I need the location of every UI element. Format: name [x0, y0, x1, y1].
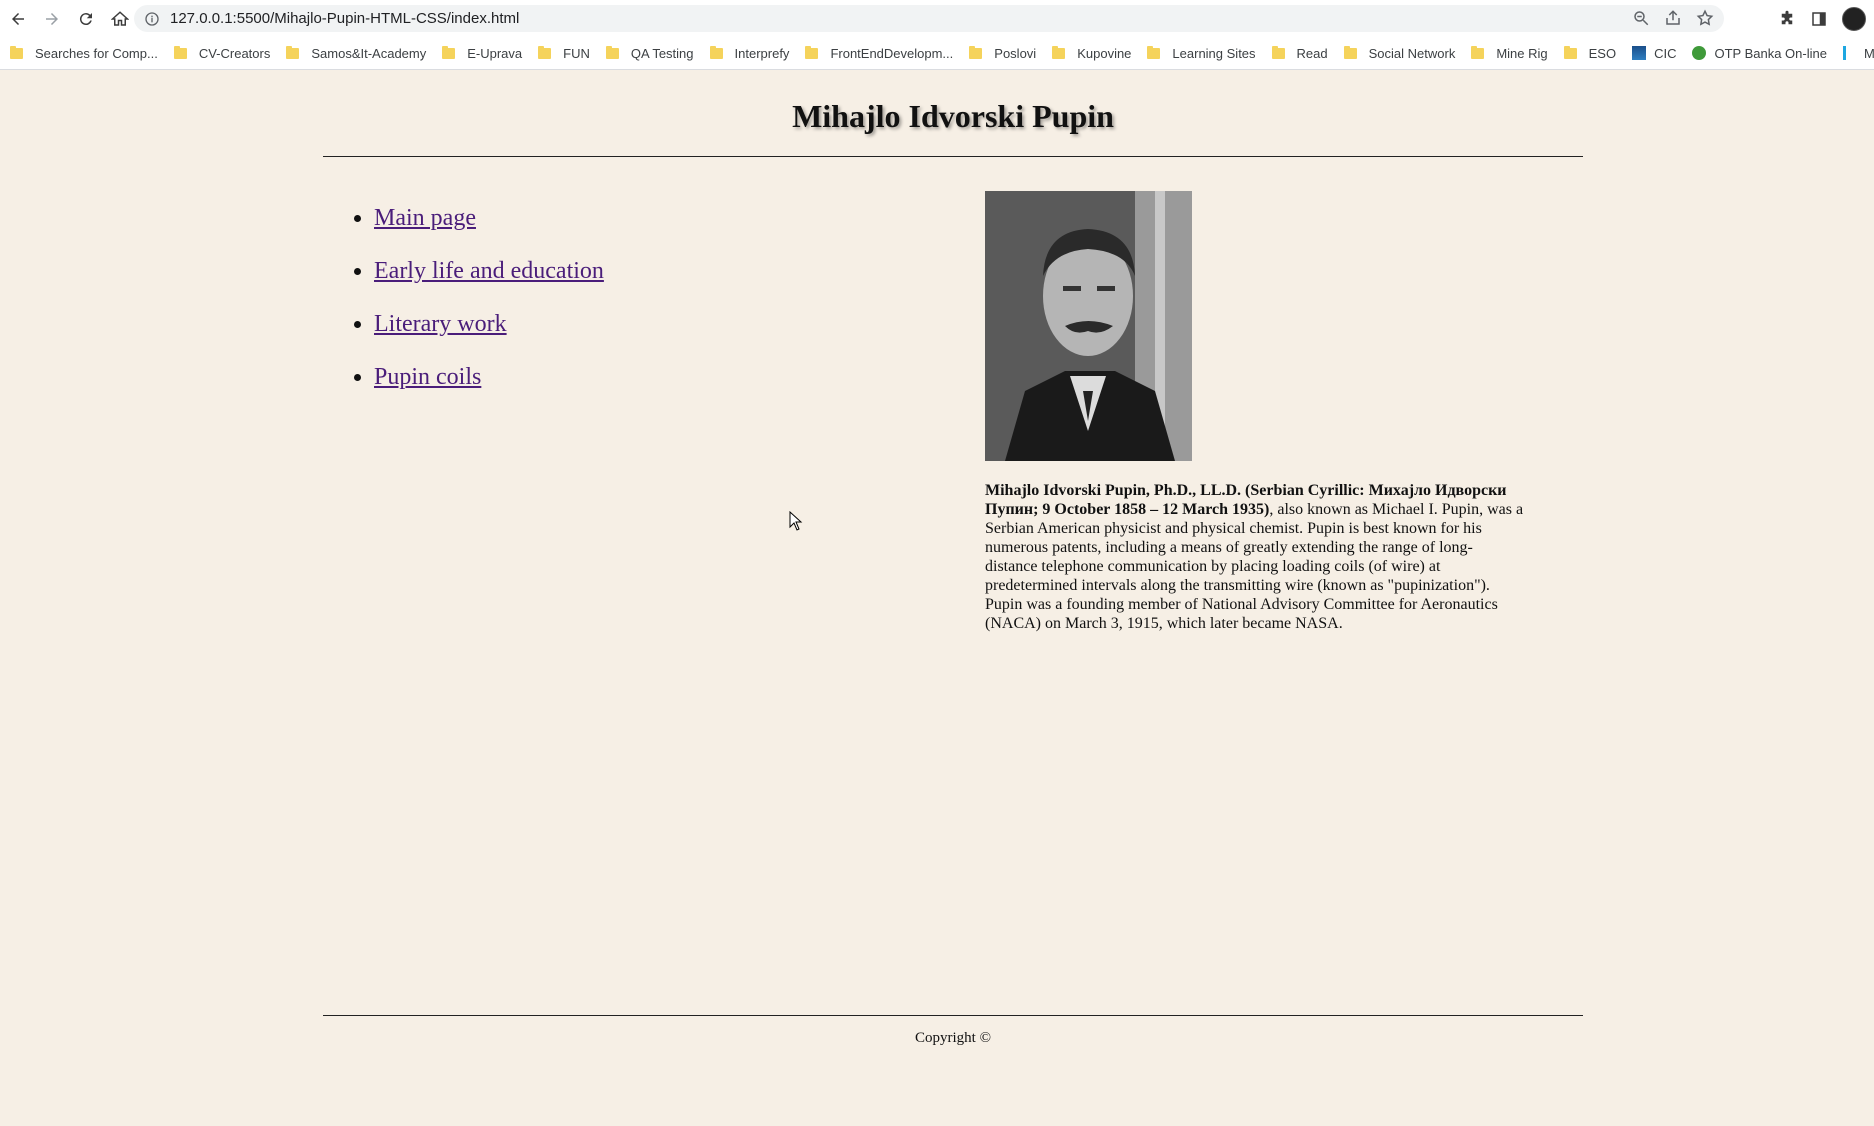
folder-icon	[1052, 45, 1066, 59]
portrait-illustration	[985, 191, 1192, 461]
home-button[interactable]	[104, 3, 136, 35]
bookmark-item[interactable]: FUN	[538, 45, 590, 61]
side-panel-icon[interactable]	[1810, 10, 1828, 28]
folder-icon	[286, 45, 300, 59]
copyright-text: Copyright ©	[915, 1030, 991, 1046]
bookmark-label: Social Network	[1368, 45, 1456, 61]
cic-favicon	[1632, 46, 1647, 60]
bookmark-item[interactable]: ESO	[1563, 45, 1617, 61]
site-info-icon[interactable]	[144, 11, 160, 27]
bookmark-item[interactable]: Poslovi	[969, 45, 1037, 61]
bookmark-item[interactable]: E-Uprava	[442, 45, 523, 61]
toolbar-right	[1778, 7, 1866, 31]
bookmark-label: Learning Sites	[1172, 45, 1256, 61]
forward-arrow-icon	[46, 12, 58, 25]
url-text[interactable]: 127.0.0.1:5500/Mihajlo-Pupin-HTML-CSS/in…	[170, 10, 519, 27]
nav-link-literary-work[interactable]: Literary work	[374, 311, 507, 337]
nav-link-pupin-coils[interactable]: Pupin coils	[374, 364, 481, 390]
folder-icon	[538, 45, 552, 59]
bookmark-label: Poslovi	[994, 45, 1037, 61]
folder-icon	[605, 45, 619, 59]
folder-icon	[1343, 45, 1357, 59]
address-bar-actions	[1632, 9, 1714, 27]
bookmark-item[interactable]: Social Network	[1343, 45, 1456, 61]
bookmark-label: Read	[1296, 45, 1328, 61]
reload-button[interactable]	[70, 3, 102, 35]
bookmark-item[interactable]: Searches for Comp...	[10, 45, 158, 61]
bookmark-label: CIC	[1654, 45, 1677, 61]
bookmark-item[interactable]: CIC	[1632, 46, 1676, 61]
reload-icon	[79, 12, 92, 25]
folder-icon	[709, 45, 723, 59]
footer-divider	[323, 1015, 1583, 1016]
bookmark-label: Searches for Comp...	[35, 45, 158, 61]
biography-text: , also known as Michael I. Pupin, was a …	[985, 501, 1524, 632]
bookmark-label: Kupovine	[1077, 45, 1132, 61]
bookmarks-bar: Searches for Comp... CV-Creators Samos&It-…	[0, 37, 1874, 70]
bookmark-label: Moj Telenor	[1863, 45, 1874, 61]
bookmark-label: FUN	[563, 45, 590, 61]
share-icon[interactable]	[1664, 9, 1682, 27]
bookmark-item[interactable]: CV-Creators	[173, 45, 271, 61]
browser-toolbar: 127.0.0.1:5500/Mihajlo-Pupin-HTML-CSS/in…	[0, 0, 1874, 37]
folder-icon	[1563, 45, 1577, 59]
folder-icon	[442, 45, 456, 59]
address-bar[interactable]: 127.0.0.1:5500/Mihajlo-Pupin-HTML-CSS/in…	[134, 5, 1724, 32]
bookmark-item[interactable]: Read	[1271, 45, 1328, 61]
otp-favicon	[1692, 46, 1707, 60]
bookmark-item[interactable]: OTP Banka On-line	[1692, 45, 1827, 61]
telenor-favicon	[1842, 46, 1856, 60]
folder-icon	[173, 45, 187, 59]
biography-paragraph: Mihajlo Idvorski Pupin, Ph.D., LL.D. (Se…	[985, 481, 1525, 633]
bookmark-label: Mine Rig	[1496, 45, 1548, 61]
nav-item-main-page: Main page	[374, 205, 604, 232]
folder-icon	[1147, 45, 1161, 59]
nav-item-early-life: Early life and education	[374, 258, 604, 285]
bookmark-label: Interprefy	[734, 45, 790, 61]
bookmark-label: ESO	[1588, 45, 1617, 61]
bookmark-item[interactable]: Kupovine	[1052, 45, 1132, 61]
bookmark-item[interactable]: FrontEndDevelopm...	[805, 45, 954, 61]
bookmark-label: Samos&It-Academy	[311, 45, 427, 61]
nav-item-literary-work: Literary work	[374, 311, 604, 338]
folder-icon	[10, 45, 23, 59]
back-button[interactable]	[2, 3, 34, 35]
folder-icon	[969, 45, 983, 59]
back-arrow-icon	[12, 12, 24, 25]
page-title: Mihajlo Idvorski Pupin	[792, 98, 1114, 134]
bookmark-label: QA Testing	[630, 45, 694, 61]
portrait-photo	[985, 191, 1192, 461]
bookmark-item[interactable]: Moj Telenor	[1842, 45, 1874, 61]
folder-icon	[805, 45, 819, 59]
bookmark-label: FrontEndDevelopm...	[830, 45, 954, 61]
bookmark-item[interactable]: Mine Rig	[1471, 45, 1548, 61]
bookmark-item[interactable]: Learning Sites	[1147, 45, 1256, 61]
bookmark-label: E-Uprava	[467, 45, 523, 61]
bookmark-item[interactable]: QA Testing	[605, 45, 694, 61]
forward-button[interactable]	[36, 3, 68, 35]
nav-item-pupin-coils: Pupin coils	[374, 364, 604, 391]
bookmark-label: OTP Banka On-line	[1714, 45, 1827, 61]
folder-icon	[1471, 45, 1485, 59]
zoom-icon[interactable]	[1632, 9, 1650, 27]
mouse-cursor-icon	[789, 511, 803, 531]
home-icon	[111, 10, 129, 26]
bookmark-item[interactable]: Interprefy	[709, 45, 790, 61]
nav-link-early-life[interactable]: Early life and education	[374, 258, 604, 284]
header-divider	[323, 156, 1583, 157]
main-navigation: Main page Early life and education Liter…	[350, 205, 604, 417]
nav-link-main-page[interactable]: Main page	[374, 205, 476, 231]
bookmark-label: CV-Creators	[198, 45, 271, 61]
extensions-puzzle-icon[interactable]	[1778, 10, 1796, 28]
bookmark-item[interactable]: Samos&It-Academy	[286, 45, 427, 61]
folder-icon	[1271, 45, 1285, 59]
bookmark-star-icon[interactable]	[1696, 9, 1714, 27]
profile-avatar[interactable]	[1842, 7, 1866, 31]
